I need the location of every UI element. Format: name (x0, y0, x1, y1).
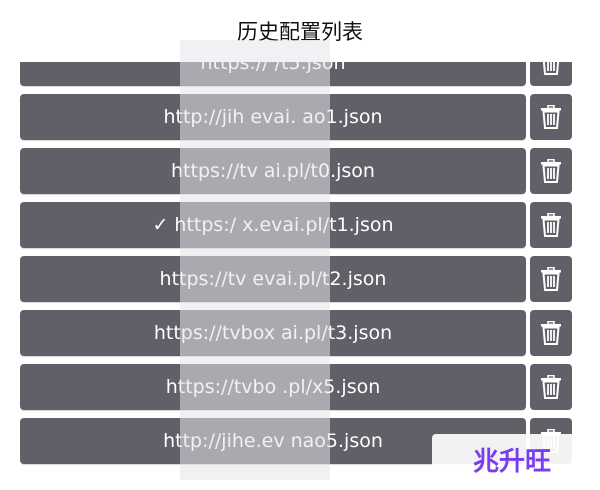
dialog-title: 历史配置列表 (237, 20, 363, 44)
config-url-button[interactable]: https://tv evai.pl/t2.json (20, 256, 526, 302)
config-row: ✓ https:/ x.evai.pl/t1.json (20, 202, 572, 248)
config-list[interactable]: https:// /t5.json http://jih evai. ao1.js… (0, 62, 600, 490)
config-url-button[interactable]: https://tv ai.pl/t0.json (20, 148, 526, 194)
config-row: http://jih evai. ao1.json (20, 94, 572, 140)
trash-icon (541, 213, 561, 237)
trash-icon (541, 375, 561, 399)
delete-button[interactable] (530, 310, 572, 356)
delete-button[interactable] (530, 148, 572, 194)
history-config-dialog: 历史配置列表 https:// /t5.json http://jih evai.… (0, 0, 600, 490)
trash-icon (541, 159, 561, 183)
config-row: https://tvbox ai.pl/t3.json (20, 310, 572, 356)
delete-button[interactable] (530, 256, 572, 302)
config-url-button[interactable]: https://tvbox ai.pl/t3.json (20, 310, 526, 356)
config-row: https://tvbo .pl/x5.json (20, 364, 572, 410)
config-url-button[interactable]: http://jih evai. ao1.json (20, 94, 526, 140)
watermark-logo: 兆升旺 (432, 434, 592, 484)
config-url-button[interactable]: https://tvbo .pl/x5.json (20, 364, 526, 410)
delete-button[interactable] (530, 62, 572, 86)
trash-icon (541, 321, 561, 345)
config-row: https://tv ai.pl/t0.json (20, 148, 572, 194)
delete-button[interactable] (530, 202, 572, 248)
config-url-button-selected[interactable]: ✓ https:/ x.evai.pl/t1.json (20, 202, 526, 248)
config-row: https://tv evai.pl/t2.json (20, 256, 572, 302)
trash-icon (541, 105, 561, 129)
trash-icon (542, 62, 560, 75)
trash-icon (541, 267, 561, 291)
delete-button[interactable] (530, 94, 572, 140)
delete-button[interactable] (530, 364, 572, 410)
config-row: https:// /t5.json (20, 62, 572, 86)
config-url-button[interactable]: https:// /t5.json (20, 62, 526, 86)
